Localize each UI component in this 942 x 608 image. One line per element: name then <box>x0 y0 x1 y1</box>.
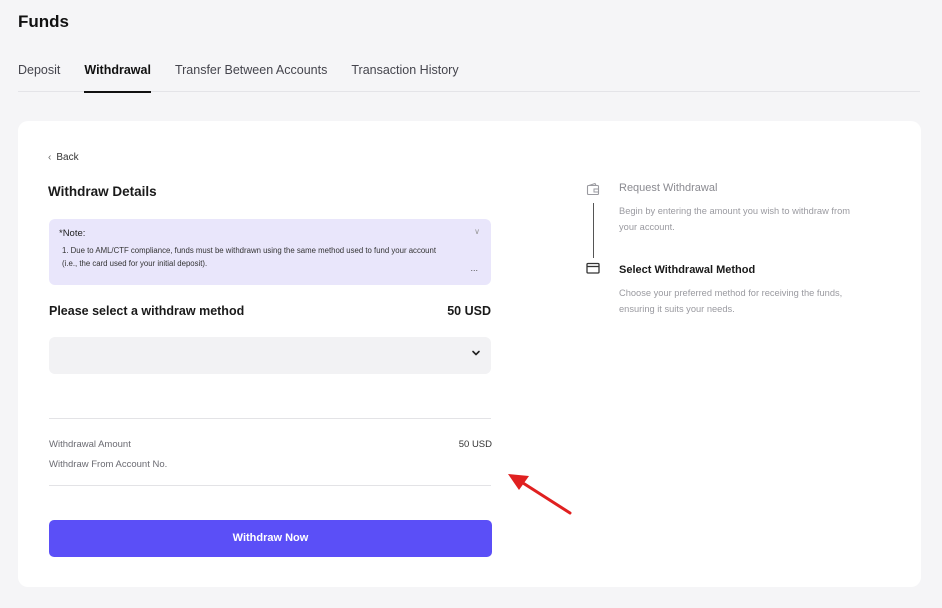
note-title: *Note: <box>59 228 86 239</box>
note-text: 1. Due to AML/CTF compliance, funds must… <box>62 246 437 268</box>
step-connector <box>593 203 594 258</box>
red-arrow-annotation <box>508 474 572 515</box>
tab-transfer-between-accounts[interactable]: Transfer Between Accounts <box>175 62 327 92</box>
chevron-left-icon: ‹ <box>48 152 52 163</box>
section-title: Withdraw Details <box>48 184 157 199</box>
withdraw-card: ‹ Back Withdraw Details *Note: 1. Due to… <box>18 121 921 587</box>
divider <box>49 485 491 486</box>
compliance-note: *Note: 1. Due to AML/CTF compliance, fun… <box>49 219 491 285</box>
withdraw-steps: Request Withdrawal Begin by entering the… <box>586 179 866 329</box>
divider <box>49 418 491 419</box>
tab-transaction-history[interactable]: Transaction History <box>351 62 458 92</box>
withdraw-now-button[interactable]: Withdraw Now <box>49 520 492 557</box>
withdraw-method-select[interactable] <box>49 337 491 374</box>
step-desc-request: Begin by entering the amount you wish to… <box>619 206 850 232</box>
step-title-request: Request Withdrawal <box>619 182 718 194</box>
wallet-icon <box>586 182 600 196</box>
chevron-down-icon[interactable]: ∨ <box>474 227 480 236</box>
tab-deposit[interactable]: Deposit <box>18 62 60 92</box>
tab-withdrawal[interactable]: Withdrawal <box>84 62 151 93</box>
back-label: Back <box>56 152 79 163</box>
step-title-select-method: Select Withdrawal Method <box>619 264 756 276</box>
tab-bar: Deposit Withdrawal Transfer Between Acco… <box>18 62 920 93</box>
withdraw-method-amount: 50 USD <box>447 304 491 318</box>
chevron-down-icon <box>472 350 480 356</box>
withdraw-account-label: Withdraw From Account No. <box>49 459 168 470</box>
back-link[interactable]: ‹ Back <box>48 152 79 163</box>
page-title: Funds <box>18 12 69 31</box>
withdrawal-amount-label: Withdrawal Amount <box>49 439 131 450</box>
step-desc-select-method: Choose your preferred method for receivi… <box>619 288 843 314</box>
card-icon <box>586 262 600 274</box>
withdraw-method-label: Please select a withdraw method <box>49 304 245 318</box>
note-more-ellipsis[interactable]: ... <box>470 263 478 273</box>
withdrawal-amount-value: 50 USD <box>458 439 492 450</box>
